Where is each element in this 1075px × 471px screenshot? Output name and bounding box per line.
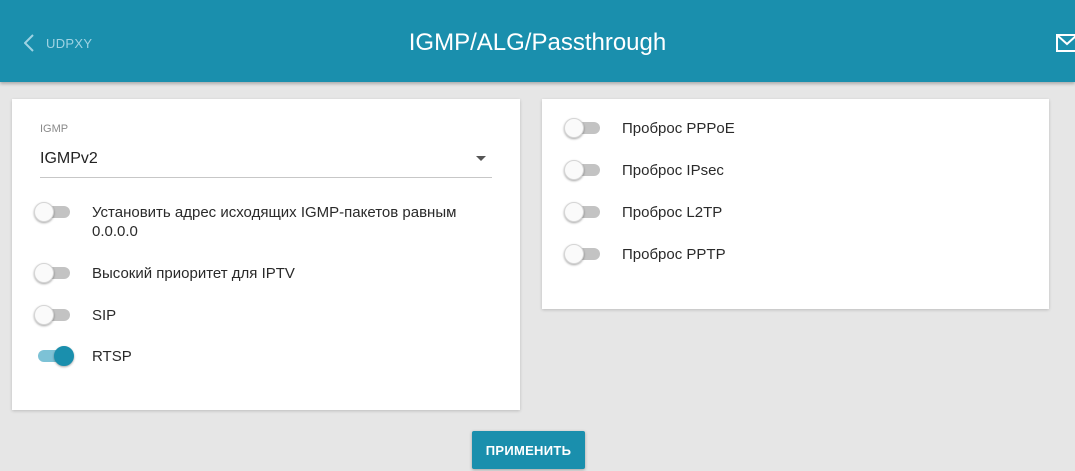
page-title: IGMP/ALG/Passthrough [408,29,667,56]
toggle-label-sip: SIP [92,307,117,324]
toggle-label-rtsp: RTSP [92,348,132,365]
igmp-version-select[interactable]: IGMPv2 [40,141,492,178]
igmp-label: IGMP [40,123,69,135]
dropdown-arrow-icon [476,156,486,161]
toggle-row-rtsp[interactable]: RTSP [34,346,132,366]
igmp-settings-card: IGMP IGMPv2 Установить адрес исходящих I… [12,99,520,410]
toggle-row-ipsec[interactable]: Проброс IPsec [564,160,724,180]
toggle-row-pptp[interactable]: Проброс PPTP [564,244,726,264]
mail-icon[interactable] [1056,34,1075,52]
toggle-label-pptp: Проброс PPTP [622,246,726,263]
top-bar: UDPXY IGMP/ALG/Passthrough [0,0,1075,82]
toggle-label-pppoe: Проброс PPPoE [622,120,735,137]
toggle-row-igmp-source-address[interactable]: Установить адрес исходящих IGMP-пакетов … [34,202,472,241]
toggle-label-l2tp: Проброс L2TP [622,204,723,221]
toggle-row-sip[interactable]: SIP [34,305,117,325]
sip-switch[interactable] [34,305,74,325]
iptv-priority-switch[interactable] [34,263,74,283]
ipsec-passthrough-switch[interactable] [564,160,604,180]
toggle-label-igmp-source-address: Установить адрес исходящих IGMP-пакетов … [92,204,457,240]
igmp-version-value: IGMPv2 [40,150,98,167]
passthrough-card: Проброс PPPoE Проброс IPsec Проброс L2TP… [542,99,1049,309]
toggle-label-ipsec: Проброс IPsec [622,162,724,179]
l2tp-passthrough-switch[interactable] [564,202,604,222]
toggle-row-iptv-priority[interactable]: Высокий приоритет для IPTV [34,263,295,283]
toggle-label-iptv-priority: Высокий приоритет для IPTV [92,265,295,282]
toggle-row-l2tp[interactable]: Проброс L2TP [564,202,723,222]
pppoe-passthrough-switch[interactable] [564,118,604,138]
apply-button[interactable]: ПРИМЕНИТЬ [472,431,585,469]
toggle-row-pppoe[interactable]: Проброс PPPoE [564,118,735,138]
pptp-passthrough-switch[interactable] [564,244,604,264]
igmp-source-address-switch[interactable] [34,202,74,222]
rtsp-switch[interactable] [34,346,74,366]
